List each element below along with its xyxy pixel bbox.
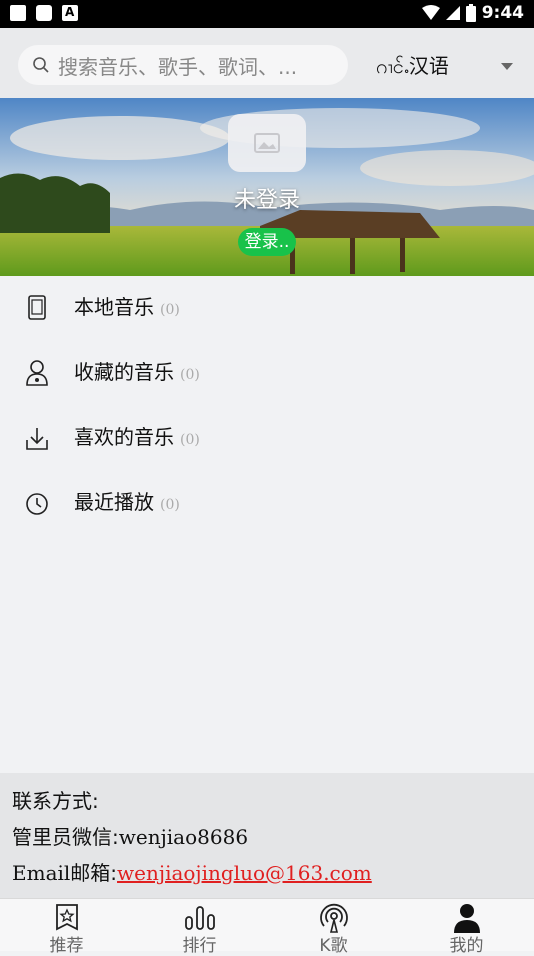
library-menu: 本地音乐 (0) 收藏的音乐 (0) 喜欢的音乐 (0) 最近播放 (0) (0, 276, 534, 536)
contact-title: 联系方式: (12, 789, 99, 813)
top-bar: 搜索音乐、歌手、歌词、... ဂၢင်ႉ汉语 (0, 28, 534, 98)
tab-label: 我的 (449, 936, 484, 956)
wechat-value: wenjiao8686 (118, 825, 249, 849)
tab-recommend[interactable]: 推荐 (0, 899, 133, 956)
contact-section: 联系方式: 管里员微信:wenjiao8686 Email邮箱:wenjiaoj… (0, 773, 534, 898)
menu-item-favorite-music[interactable]: 收藏的音乐 (0) (0, 341, 534, 406)
search-placeholder: 搜索音乐、歌手、歌词、... (58, 54, 298, 79)
email-label-cn: 邮箱: (70, 861, 118, 885)
wechat-line: 管里员微信:wenjiao8686 (12, 821, 248, 850)
avatar[interactable] (228, 114, 306, 172)
menu-item-recent-play[interactable]: 最近播放 (0) (0, 471, 534, 536)
status-time: 9:44 (481, 3, 524, 23)
broadcast-icon (319, 903, 348, 933)
tab-karaoke[interactable]: K歌 (267, 899, 400, 956)
person-icon (453, 904, 480, 933)
email-line: Email邮箱:wenjiaojingluo@163.com (12, 857, 372, 886)
image-placeholder-icon (254, 133, 280, 153)
email-link[interactable]: wenjiaojingluo@163.com (117, 861, 372, 885)
menu-item-count: (0) (160, 302, 180, 318)
menu-item-label: 最近播放 (74, 490, 154, 514)
menu-item-label: 喜欢的音乐 (74, 425, 174, 449)
bottom-nav: 推荐 排行 K歌 我的 (0, 898, 534, 956)
notification-square-icon (10, 5, 26, 21)
tab-mine[interactable]: 我的 (400, 899, 533, 956)
tab-ranking[interactable]: 排行 (133, 899, 266, 956)
menu-item-liked-music[interactable]: 喜欢的音乐 (0) (0, 406, 534, 471)
status-bar: 9:44 (0, 0, 534, 28)
menu-item-local-music[interactable]: 本地音乐 (0) (0, 276, 534, 341)
menu-item-count: (0) (180, 432, 200, 448)
login-button[interactable]: 登录.. (238, 228, 296, 256)
menu-item-label: 本地音乐 (74, 295, 154, 319)
battery-icon (465, 4, 476, 22)
language-selector[interactable]: ဂၢင်ႉ汉语 (376, 50, 449, 83)
chevron-down-icon[interactable] (501, 63, 513, 70)
star-book-icon (55, 904, 78, 931)
download-icon (26, 428, 48, 450)
menu-item-label: 收藏的音乐 (74, 360, 174, 384)
wechat-label: 管里员微信: (12, 825, 119, 849)
wifi-icon (421, 5, 440, 20)
profile-banner: 未登录 登录.. (0, 98, 534, 276)
tab-label: 推荐 (49, 936, 84, 956)
message-icon (36, 5, 52, 21)
tab-label: K歌 (319, 936, 348, 956)
bars-icon (184, 906, 215, 930)
menu-item-count: (0) (160, 497, 180, 513)
search-icon (33, 57, 49, 73)
a-app-icon (62, 5, 78, 21)
notification-icons (10, 5, 78, 21)
email-label-en: Email (12, 861, 71, 885)
clock-icon (26, 493, 48, 515)
signal-icon (445, 6, 460, 20)
phone-icon (28, 295, 46, 320)
menu-item-count: (0) (180, 367, 200, 383)
user-name: 未登录 (233, 188, 300, 213)
search-input[interactable]: 搜索音乐、歌手、歌词、... (18, 45, 348, 85)
user-icon (26, 360, 48, 386)
tab-label: 排行 (182, 936, 217, 956)
